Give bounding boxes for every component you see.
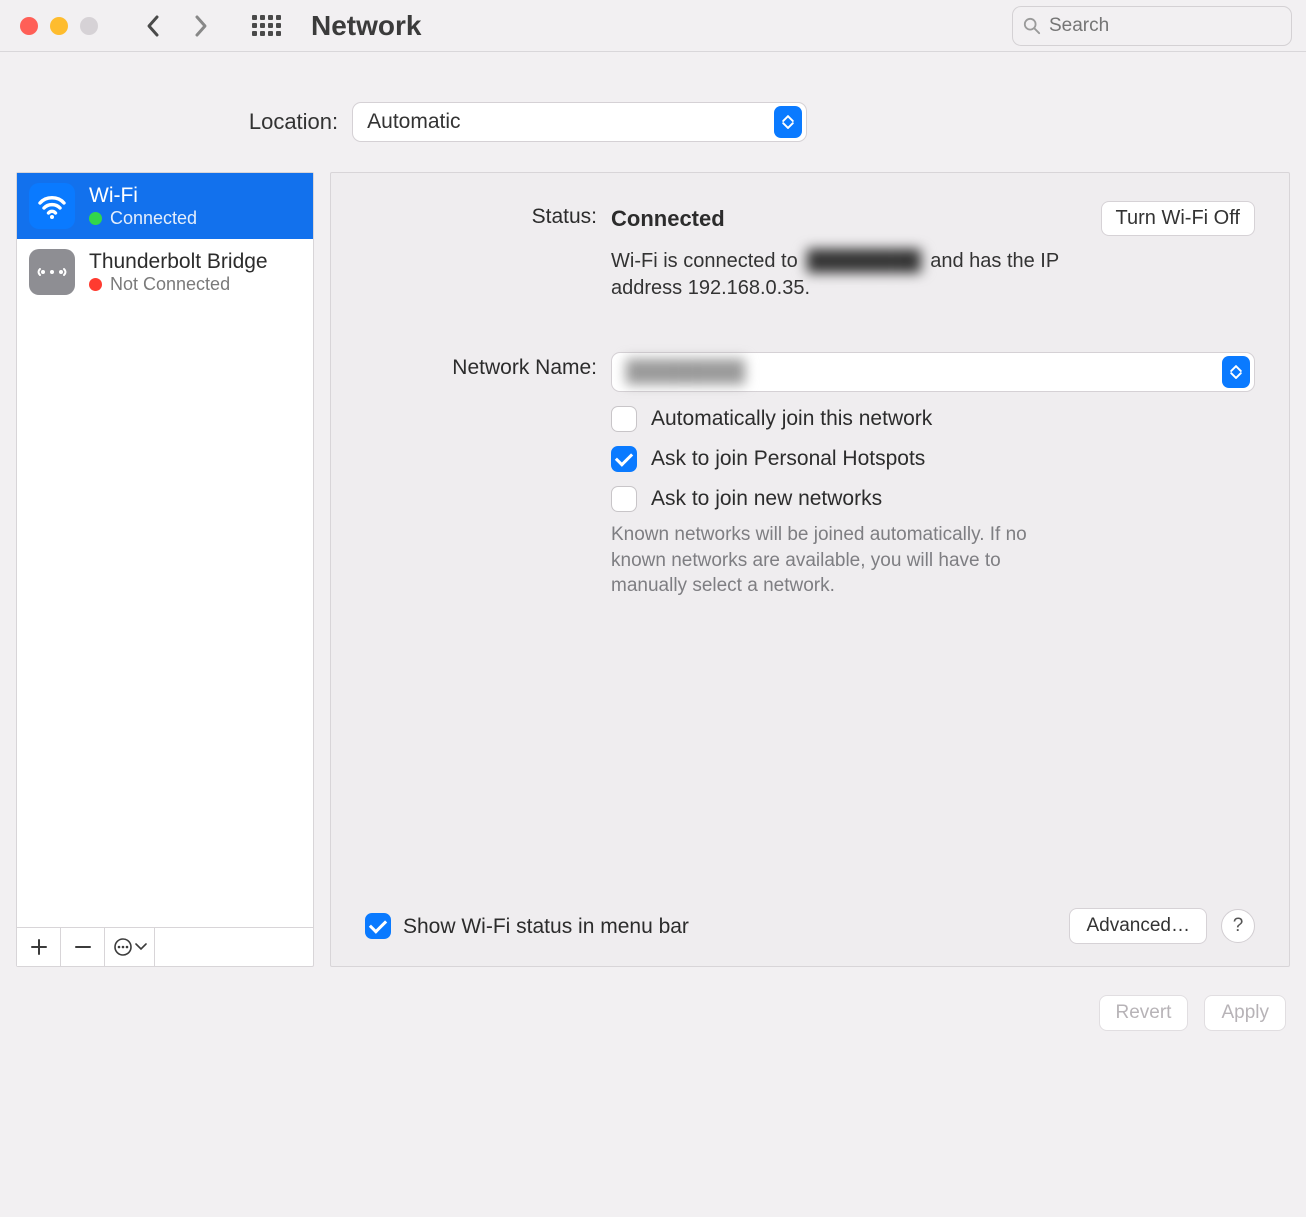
sidebar-item-thunderbolt-bridge[interactable]: Thunderbolt Bridge Not Connected <box>17 239 313 305</box>
revert-button: Revert <box>1099 995 1189 1031</box>
bottom-button-bar: Revert Apply <box>0 967 1306 1031</box>
close-window-button[interactable] <box>20 17 38 35</box>
service-sidebar: Wi-Fi Connected Thunderbolt Bridge Not C… <box>16 172 314 967</box>
service-name: Wi-Fi <box>89 184 197 208</box>
sidebar-item-wifi[interactable]: Wi-Fi Connected <box>17 173 313 239</box>
ask-hotspot-checkbox[interactable] <box>611 446 637 472</box>
ask-hotspot-checkbox-row: Ask to join Personal Hotspots <box>611 446 1255 472</box>
show-menubar-checkbox[interactable] <box>365 913 391 939</box>
apply-button: Apply <box>1204 995 1286 1031</box>
traffic-lights <box>20 17 98 35</box>
ask-new-checkbox-row: Ask to join new networks <box>611 486 1255 512</box>
location-value: Automatic <box>367 110 460 134</box>
network-name-label: Network Name: <box>365 352 597 599</box>
redacted-ssid: ████████ <box>803 250 924 272</box>
gear-circle-icon <box>113 937 133 957</box>
ask-new-help-text: Known networks will be joined automatica… <box>611 522 1061 599</box>
chevron-left-icon <box>145 14 161 38</box>
select-stepper-icon <box>1222 356 1250 388</box>
show-menubar-label: Show Wi-Fi status in menu bar <box>403 914 689 939</box>
show-all-prefs-button[interactable] <box>252 15 281 36</box>
add-service-button[interactable] <box>17 928 61 966</box>
thunderbolt-bridge-icon <box>29 249 75 295</box>
status-label: Status: <box>365 201 597 302</box>
status-description: Wi-Fi is connected to ████████ and has t… <box>611 248 1091 302</box>
status-text: Not Connected <box>110 274 230 295</box>
turn-wifi-off-button[interactable]: Turn Wi-Fi Off <box>1101 201 1255 236</box>
forward-button <box>186 11 216 41</box>
zoom-window-button[interactable] <box>80 17 98 35</box>
location-select[interactable]: Automatic <box>352 102 807 142</box>
chevron-right-icon <box>193 14 209 38</box>
minus-icon <box>74 938 92 956</box>
plus-icon <box>30 938 48 956</box>
search-icon <box>1023 16 1041 36</box>
advanced-button[interactable]: Advanced… <box>1069 908 1207 944</box>
back-button[interactable] <box>138 11 168 41</box>
sidebar-footer <box>17 927 313 966</box>
service-status: Not Connected <box>89 274 268 295</box>
location-row: Location: Automatic <box>0 102 1306 142</box>
remove-service-button[interactable] <box>61 928 105 966</box>
auto-join-checkbox[interactable] <box>611 406 637 432</box>
auto-join-checkbox-row: Automatically join this network <box>611 406 1255 432</box>
status-row: Status: Connected Turn Wi-Fi Off Wi-Fi i… <box>365 201 1255 302</box>
service-actions-menu[interactable] <box>105 928 155 966</box>
status-dot-icon <box>89 212 102 225</box>
ask-hotspot-label: Ask to join Personal Hotspots <box>651 446 925 471</box>
service-name: Thunderbolt Bridge <box>89 250 268 274</box>
status-text: Connected <box>110 208 197 229</box>
chevron-down-icon <box>135 943 147 951</box>
ask-new-checkbox[interactable] <box>611 486 637 512</box>
window-toolbar: Network <box>0 0 1306 52</box>
detail-pane: Status: Connected Turn Wi-Fi Off Wi-Fi i… <box>330 172 1290 967</box>
status-desc-pre: Wi-Fi is connected to <box>611 250 803 272</box>
status-dot-icon <box>89 278 102 291</box>
window-title: Network <box>311 10 421 42</box>
main-area: Wi-Fi Connected Thunderbolt Bridge Not C… <box>0 172 1306 967</box>
search-field[interactable] <box>1012 6 1292 46</box>
wifi-icon <box>29 183 75 229</box>
network-name-row: Network Name: ████████ Automatically joi… <box>365 352 1255 599</box>
location-label: Location: <box>249 109 338 135</box>
ask-new-label: Ask to join new networks <box>651 486 882 511</box>
help-button[interactable]: ? <box>1221 909 1255 943</box>
service-status: Connected <box>89 208 197 229</box>
status-value: Connected <box>611 206 725 232</box>
redacted-network-name: ████████ <box>626 360 745 384</box>
network-name-select[interactable]: ████████ <box>611 352 1255 392</box>
sidebar-item-text: Thunderbolt Bridge Not Connected <box>89 250 268 295</box>
sidebar-item-text: Wi-Fi Connected <box>89 184 197 229</box>
nav-arrows <box>138 11 216 41</box>
detail-footer: Show Wi-Fi status in menu bar Advanced… … <box>365 908 1255 944</box>
search-input[interactable] <box>1049 15 1281 37</box>
select-stepper-icon <box>774 106 802 138</box>
minimize-window-button[interactable] <box>50 17 68 35</box>
auto-join-label: Automatically join this network <box>651 406 932 431</box>
